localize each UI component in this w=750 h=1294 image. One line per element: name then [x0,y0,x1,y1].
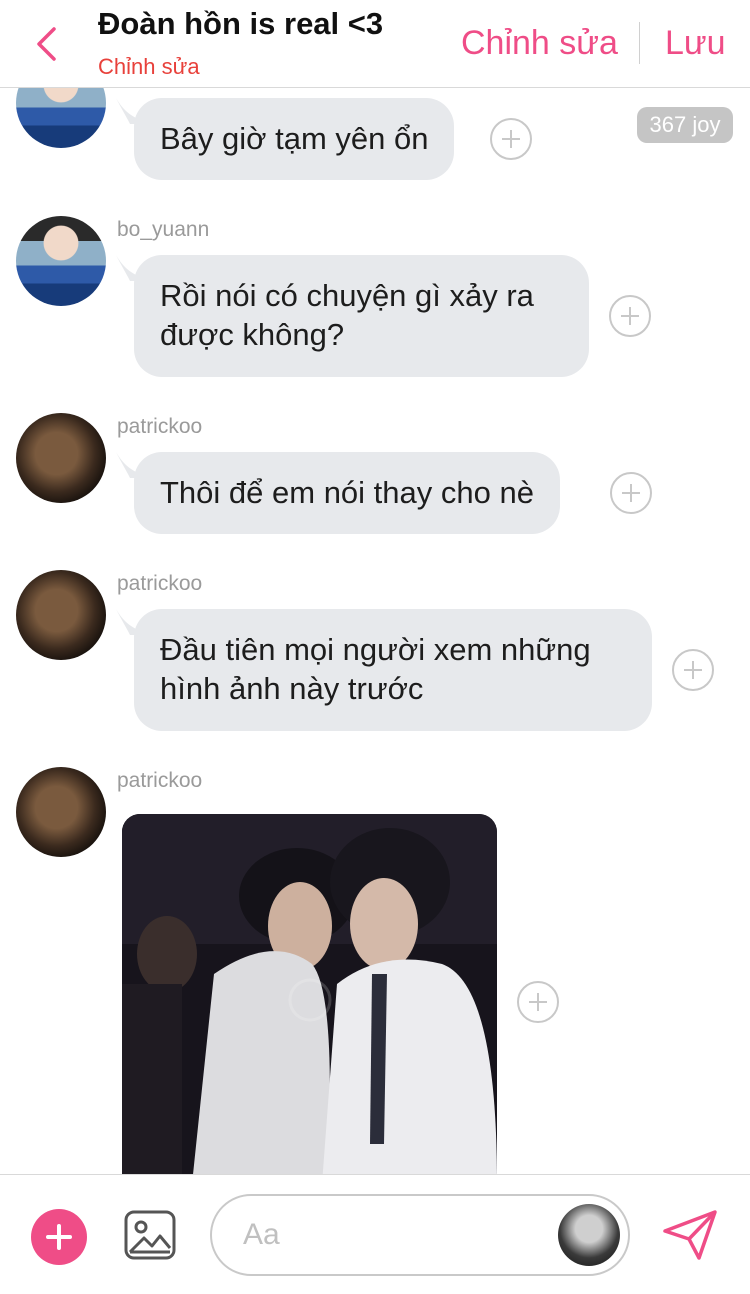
chat-header: Đoàn hồn is real <3 Chỉnh sửa Chỉnh sửa … [0,0,750,88]
message-bubble[interactable]: Rồi nói có chuyện gì xảy ra được không? [134,255,589,377]
add-reaction-button[interactable] [490,118,532,160]
message-list[interactable]: Bây giờ tạm yên ổn 367 joy bo_yuann Rồi … [0,88,750,1174]
sender-name: patrickoo [117,572,203,595]
add-reaction-button[interactable] [672,649,714,691]
add-reaction-button[interactable] [517,981,559,1023]
gallery-button[interactable] [124,1209,176,1261]
save-button[interactable]: Lưu [665,24,726,63]
add-reaction-button[interactable] [610,472,652,514]
message-bubble[interactable]: Đầu tiên mọi người xem những hình ảnh nà… [134,609,652,731]
plus-icon [529,993,547,1011]
sender-name: patrickoo [117,769,203,792]
add-reaction-button[interactable] [609,295,651,337]
avatar[interactable] [16,88,106,148]
avatar[interactable] [558,1204,620,1266]
message-bubble[interactable]: Bây giờ tạm yên ổn [134,98,455,180]
message-input-placeholder: Aa [243,1218,280,1251]
sender-name: bo_yuann [117,218,210,241]
photo-attachment[interactable] [122,814,497,1174]
send-icon [663,1210,717,1260]
plus-icon [502,130,520,148]
avatar[interactable] [16,413,106,503]
send-button[interactable] [660,1207,720,1263]
back-button[interactable] [28,22,64,66]
add-button[interactable] [31,1209,87,1265]
avatar[interactable] [16,216,106,306]
avatar[interactable] [16,570,106,660]
plus-icon [46,1224,72,1250]
joy-badge: 367 joy [637,107,733,143]
plus-icon [684,661,702,679]
avatar[interactable] [16,767,106,857]
message-input[interactable]: Aa [210,1194,630,1276]
chat-subtitle[interactable]: Chỉnh sửa [98,54,200,80]
header-divider [639,22,640,64]
plus-icon [621,307,639,325]
plus-icon [622,484,640,502]
message-bubble[interactable]: Thôi để em nói thay cho nè [134,452,560,534]
chat-title: Đoàn hồn is real <3 [98,6,384,41]
photo-illustration [122,814,497,1174]
chevron-left-icon [37,27,56,61]
composer-bar: Aa [0,1174,750,1294]
edit-button[interactable]: Chỉnh sửa [461,24,618,63]
sender-name: patrickoo [117,415,203,438]
image-icon [124,1210,176,1260]
